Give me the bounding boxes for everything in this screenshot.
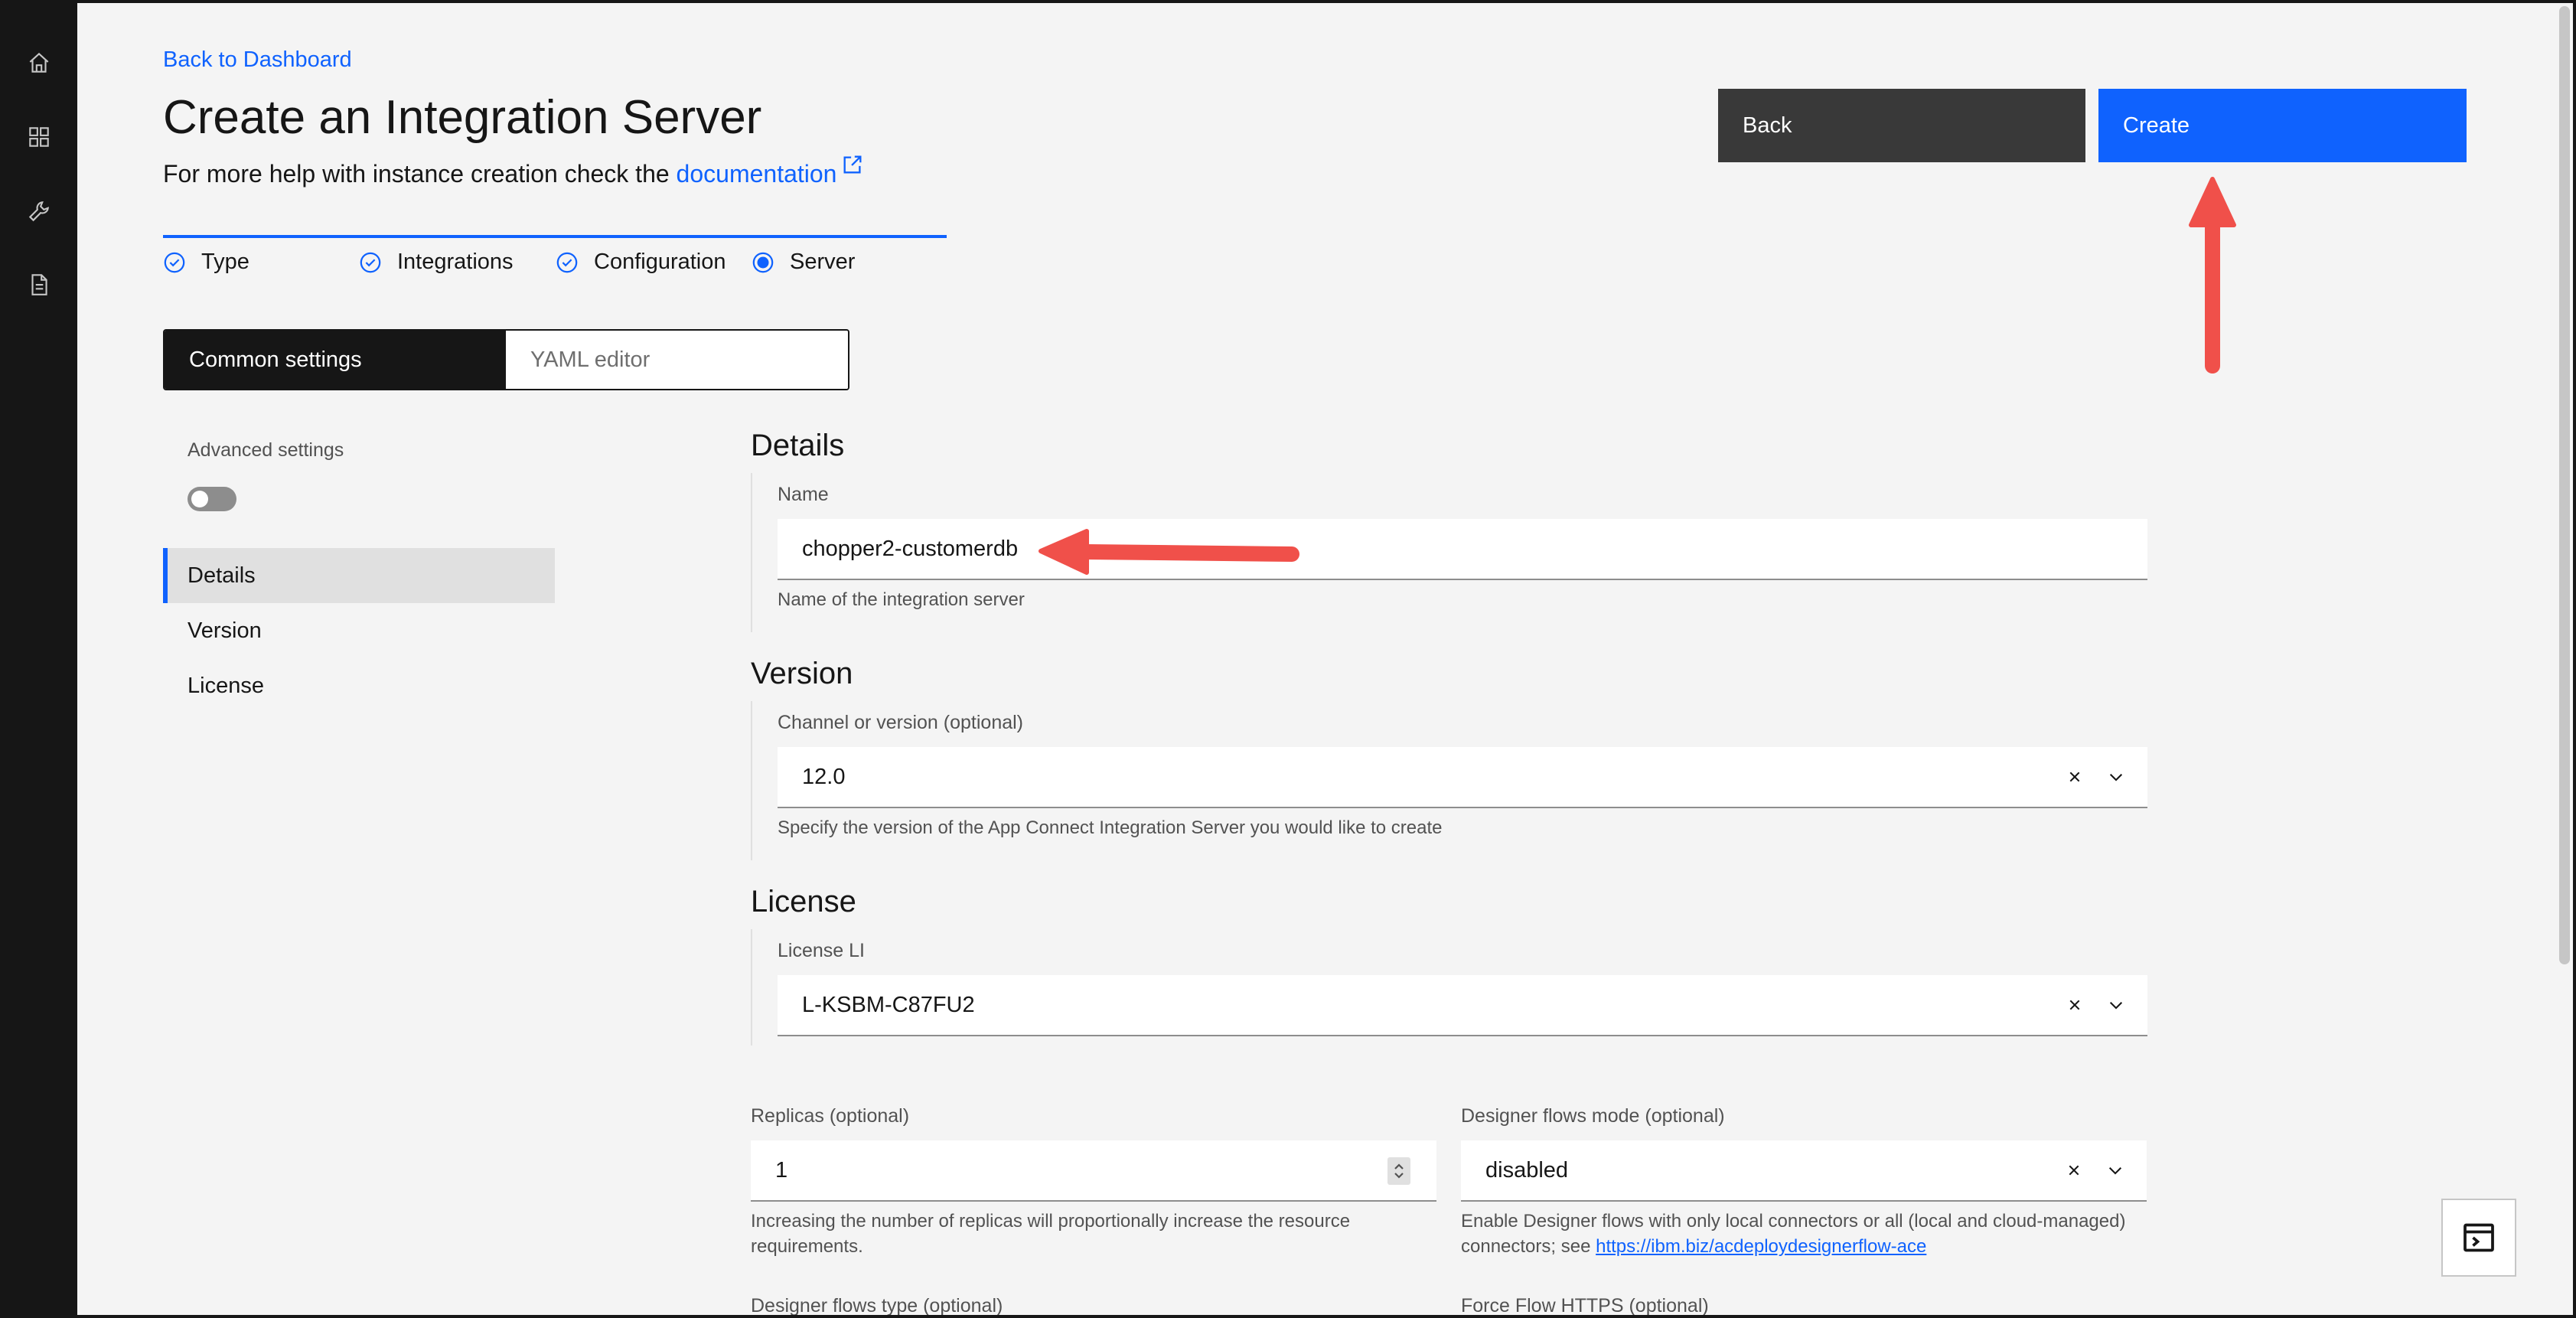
force-https-label: Force Flow HTTPS (optional) bbox=[1461, 1295, 1709, 1316]
annotation-arrow-create bbox=[2189, 177, 2236, 374]
designer-mode-label: Designer flows mode (optional) bbox=[1461, 1105, 1725, 1127]
name-helper: Name of the integration server bbox=[778, 589, 1025, 610]
section-nav: Details Version License bbox=[163, 548, 555, 713]
version-value: 12.0 bbox=[802, 764, 846, 789]
replicas-value: 1 bbox=[775, 1157, 788, 1183]
sidebar-item-version[interactable]: Version bbox=[163, 603, 555, 658]
close-icon[interactable] bbox=[2064, 1160, 2084, 1180]
help-text: For more help with instance creation che… bbox=[163, 153, 864, 188]
tab-yaml-editor[interactable]: YAML editor bbox=[506, 331, 848, 389]
advanced-settings-label: Advanced settings bbox=[187, 439, 344, 461]
step-label: Integrations bbox=[397, 250, 514, 274]
version-select[interactable]: 12.0 bbox=[778, 747, 2147, 808]
details-heading: Details bbox=[751, 429, 845, 462]
replicas-label: Replicas (optional) bbox=[751, 1105, 910, 1127]
license-group: License LI L-KSBM-C87FU2 bbox=[751, 929, 2147, 1046]
step-label: Configuration bbox=[594, 250, 726, 274]
name-input[interactable]: chopper2-customerdb bbox=[778, 519, 2147, 580]
external-link-icon bbox=[843, 155, 862, 174]
license-heading: License bbox=[751, 885, 856, 918]
chevron-down-icon[interactable] bbox=[2106, 767, 2126, 787]
checkmark-outline-icon bbox=[556, 252, 578, 272]
replicas-input[interactable]: 1 bbox=[751, 1140, 1436, 1202]
terminal-panel-button[interactable] bbox=[2441, 1199, 2516, 1277]
number-stepper-icon[interactable] bbox=[1387, 1157, 1410, 1185]
sidebar-item-license[interactable]: License bbox=[163, 658, 555, 713]
details-group: Name chopper2-customerdb Name of the int… bbox=[751, 473, 2147, 632]
dashboard-icon[interactable] bbox=[24, 122, 54, 152]
settings-tabs: Common settings YAML editor bbox=[163, 329, 849, 390]
version-helper: Specify the version of the App Connect I… bbox=[778, 817, 1443, 838]
designer-flow-docs-link[interactable]: https://ibm.biz/acdeploydesignerflow-ace bbox=[1596, 1236, 1926, 1257]
document-icon[interactable] bbox=[24, 270, 54, 299]
designer-type-label: Designer flows type (optional) bbox=[751, 1295, 1003, 1316]
documentation-link[interactable]: documentation bbox=[677, 160, 837, 188]
tab-common-settings[interactable]: Common settings bbox=[165, 331, 506, 389]
license-label: License LI bbox=[778, 940, 865, 961]
close-icon[interactable] bbox=[2065, 995, 2085, 1015]
back-to-dashboard-link[interactable]: Back to Dashboard bbox=[163, 47, 352, 73]
step-server[interactable]: Server bbox=[752, 250, 855, 275]
chevron-down-icon[interactable] bbox=[2105, 1160, 2125, 1180]
designer-mode-value: disabled bbox=[1485, 1157, 1569, 1183]
replicas-helper: Increasing the number of replicas will p… bbox=[751, 1211, 1351, 1257]
step-label: Type bbox=[201, 250, 249, 274]
progress-indicator-bar bbox=[163, 235, 947, 238]
license-select[interactable]: L-KSBM-C87FU2 bbox=[778, 975, 2147, 1036]
name-value: chopper2-customerdb bbox=[802, 536, 1019, 561]
close-icon[interactable] bbox=[2065, 767, 2085, 787]
page-title: Create an Integration Server bbox=[163, 91, 762, 144]
home-icon[interactable] bbox=[24, 48, 54, 77]
step-type[interactable]: Type bbox=[163, 250, 249, 275]
checkmark-outline-icon bbox=[164, 252, 185, 272]
chevron-down-icon[interactable] bbox=[2106, 995, 2126, 1015]
name-label: Name bbox=[778, 484, 829, 505]
checkmark-outline-icon bbox=[360, 252, 381, 272]
wrench-icon[interactable] bbox=[24, 197, 54, 226]
sidebar-item-details[interactable]: Details bbox=[163, 548, 555, 603]
step-integrations[interactable]: Integrations bbox=[359, 250, 514, 275]
current-step-icon bbox=[752, 252, 774, 272]
version-label: Channel or version (optional) bbox=[778, 712, 1024, 733]
designer-mode-helper: Enable Designer flows with only local co… bbox=[1461, 1209, 2150, 1259]
designer-mode-select[interactable]: disabled bbox=[1461, 1140, 2147, 1202]
step-label: Server bbox=[790, 250, 856, 274]
step-configuration[interactable]: Configuration bbox=[556, 250, 726, 275]
left-nav-rail bbox=[0, 0, 77, 1318]
version-group: Channel or version (optional) 12.0 Speci… bbox=[751, 701, 2147, 860]
terminal-icon bbox=[2464, 1223, 2494, 1252]
license-value: L-KSBM-C87FU2 bbox=[802, 992, 975, 1017]
scrollbar[interactable] bbox=[2559, 6, 2570, 964]
help-prefix: For more help with instance creation che… bbox=[163, 160, 677, 188]
advanced-settings-toggle[interactable] bbox=[187, 487, 236, 511]
version-heading: Version bbox=[751, 657, 853, 690]
create-button[interactable]: Create bbox=[2098, 89, 2467, 162]
back-button[interactable]: Back bbox=[1718, 89, 2085, 162]
